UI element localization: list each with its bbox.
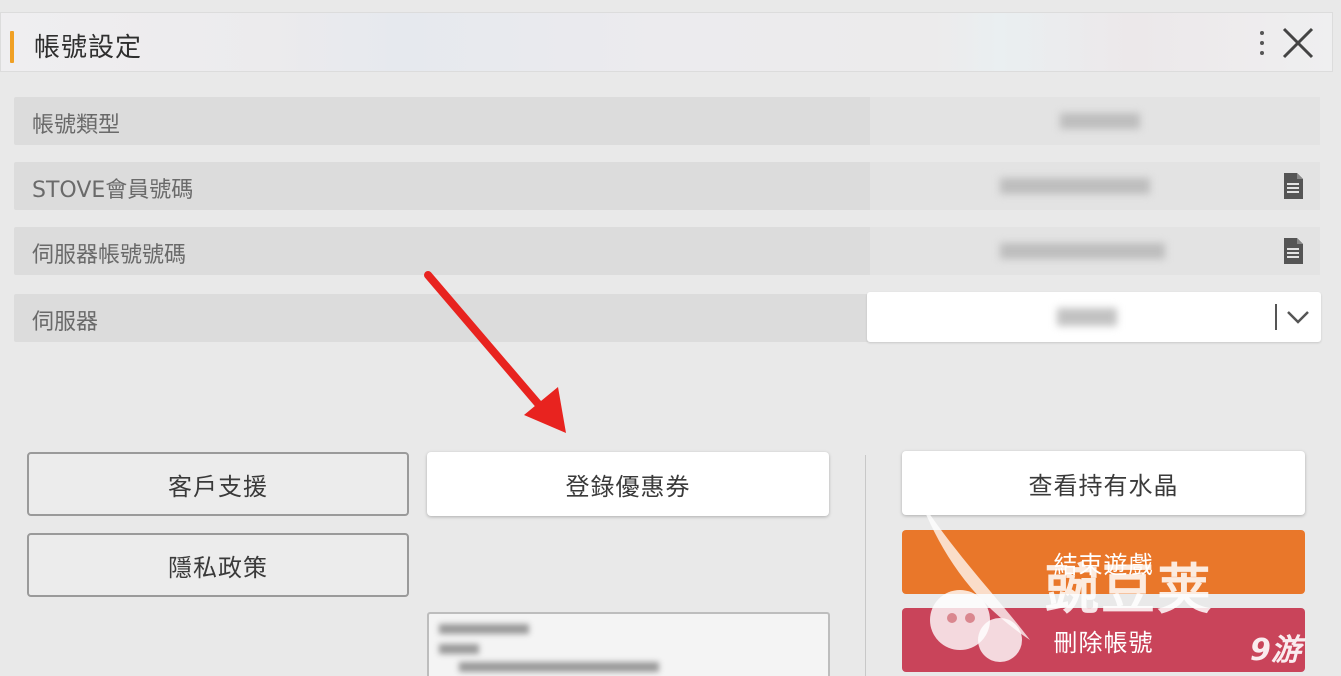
view-crystals-button[interactable]: 查看持有水晶 xyxy=(902,451,1305,515)
server-select[interactable] xyxy=(867,292,1321,342)
notice-box xyxy=(427,612,830,676)
server-account-number-label: 伺服器帳號號碼 xyxy=(32,243,187,268)
copy-document-icon[interactable] xyxy=(1282,172,1304,200)
privacy-policy-button[interactable]: 隱私政策 xyxy=(27,533,409,597)
server-account-number-row: 伺服器帳號號碼 xyxy=(14,227,1320,275)
header-accent-bar xyxy=(10,31,14,63)
copy-document-icon[interactable] xyxy=(1282,237,1304,265)
column-separator xyxy=(865,455,866,676)
stove-member-number-row: STOVE會員號碼 xyxy=(14,162,1320,210)
customer-support-button[interactable]: 客戶支援 xyxy=(27,452,409,516)
watermark-text: 豌豆荚 xyxy=(1045,558,1213,621)
account-type-label: 帳號類型 xyxy=(32,113,121,138)
server-account-number-value xyxy=(870,227,1320,275)
account-type-value xyxy=(870,97,1320,145)
page-title: 帳號設定 xyxy=(34,33,143,63)
kebab-menu-icon[interactable] xyxy=(1254,27,1270,59)
header-bar: 帳號設定 xyxy=(0,12,1333,72)
server-row: 伺服器 xyxy=(14,292,1321,342)
watermark-brand: 9游 xyxy=(1250,633,1301,668)
register-coupon-button[interactable]: 登錄優惠券 xyxy=(427,452,829,516)
stove-member-number-value xyxy=(870,162,1320,210)
chevron-down-icon[interactable] xyxy=(1285,304,1311,330)
account-type-row: 帳號類型 xyxy=(14,97,1320,145)
select-divider xyxy=(1275,304,1277,330)
server-label: 伺服器 xyxy=(32,310,99,335)
close-icon[interactable] xyxy=(1280,25,1316,61)
stove-member-number-label: STOVE會員號碼 xyxy=(32,178,194,203)
red-arrow-annotation xyxy=(424,271,566,433)
